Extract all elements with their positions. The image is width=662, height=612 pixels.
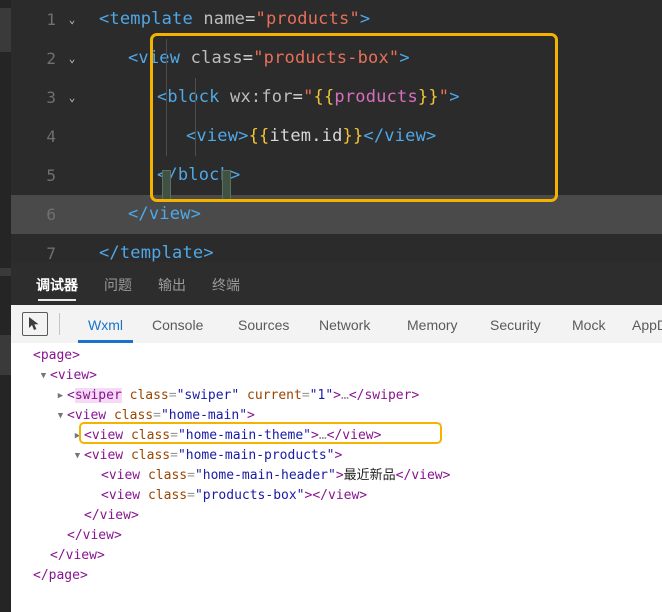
editor-line[interactable]: 2 ⌄ <view class="products-box"> (11, 39, 662, 78)
devtools-tab-network[interactable]: Network (319, 305, 370, 343)
dom-tree-row[interactable]: ▼ <view> (11, 366, 662, 386)
devtools-tab-security[interactable]: Security (490, 305, 541, 343)
editor-line-code: </template> (99, 243, 214, 262)
code-editor[interactable]: 1 ⌄ <template name="products"> 2 ⌄ <view clas… (11, 0, 662, 262)
triangle-collapsed-icon[interactable]: ▶ (72, 426, 83, 446)
dom-tree-row[interactable]: ▶ <view class="home-main-theme">…</view> (11, 426, 662, 446)
editor-line[interactable]: 7 </template> (11, 234, 662, 262)
dom-node-text: <page> (33, 348, 80, 363)
dom-node-text: <view class="home-main-products"> (84, 448, 343, 463)
activity-bar-segment-1 (0, 8, 11, 52)
panel-tab-0[interactable]: 调试器 (36, 262, 78, 305)
devtools-tab-sources[interactable]: Sources (238, 305, 289, 343)
dom-node-text: <swiper class="swiper" current="1">…</sw… (67, 388, 420, 403)
wechat-devtools-window: 1 ⌄ <template name="products"> 2 ⌄ <view clas… (0, 0, 662, 612)
line-number: 1 (46, 10, 56, 29)
chevron-down-icon[interactable]: ⌄ (65, 39, 79, 78)
dom-tree-row[interactable]: ▼ <view class="home-main-products"> (11, 446, 662, 466)
dom-tree-row[interactable]: <view class="products-box"></view> (11, 486, 662, 506)
dom-node-text: </view> (84, 508, 139, 523)
line-number: 5 (46, 166, 56, 185)
dom-node-text: </page> (33, 568, 88, 583)
devtools-tab-mock[interactable]: Mock (572, 305, 605, 343)
dom-node-text: </view> (67, 528, 122, 543)
dom-node-text: </view> (50, 548, 105, 563)
chevron-down-icon[interactable]: ⌄ (65, 0, 79, 39)
triangle-expanded-icon[interactable]: ▼ (72, 446, 83, 466)
triangle-collapsed-icon[interactable]: ▶ (55, 386, 66, 406)
line-number: 6 (46, 205, 56, 224)
activity-bar[interactable] (0, 0, 11, 612)
devtools-tab-bar[interactable]: Wxml Console Sources Network Memory Security M… (11, 305, 662, 344)
dom-node-text: <view class="products-box"></view> (101, 488, 368, 503)
dom-node-text: <view class="home-main-header">最近新品</vie… (101, 468, 451, 483)
editor-line[interactable]: 6 </view> (11, 195, 662, 234)
editor-line-code: <template name="products"> (99, 9, 371, 29)
devtools-tab-appd[interactable]: AppD (632, 305, 662, 343)
activity-bar-segment-2 (0, 268, 11, 276)
line-number: 2 (46, 49, 56, 68)
panel-tab-2[interactable]: 输出 (158, 262, 186, 305)
devtools-tab-memory[interactable]: Memory (407, 305, 458, 343)
triangle-expanded-icon[interactable]: ▼ (38, 366, 49, 386)
panel-tab-1[interactable]: 问题 (104, 262, 132, 305)
dom-tree-row[interactable]: </view> (11, 526, 662, 546)
editor-line[interactable]: 5 </block> (11, 156, 662, 195)
editor-line-code: </view> (128, 204, 202, 224)
dom-node-text: <view class="home-main"> (67, 408, 255, 423)
wxml-dom-tree[interactable]: <page> ▼ <view> ▶ <swiper class="swiper" cur… (11, 343, 662, 612)
editor-line[interactable]: 1 ⌄ <template name="products"> (11, 0, 662, 39)
selection-marker-end (222, 170, 231, 200)
dom-tree-row[interactable]: ▼ <view class="home-main"> (11, 406, 662, 426)
dom-node-text: <view class="home-main-theme">…</view> (84, 428, 382, 443)
cursor-select-icon[interactable] (22, 312, 48, 336)
devtools-tab-wxml[interactable]: Wxml (78, 305, 133, 343)
indent-guide (195, 78, 196, 156)
activity-bar-segment-3 (0, 335, 11, 375)
dom-tree-row[interactable]: <view class="home-main-header">最近新品</vie… (11, 466, 662, 486)
panel-tab-3[interactable]: 终端 (212, 262, 240, 305)
line-number: 4 (46, 127, 56, 146)
dom-tree-row[interactable]: ▶ <swiper class="swiper" current="1">…</s… (11, 386, 662, 406)
selection-marker-start (162, 170, 171, 200)
editor-line-code: <block wx:for="{{products}}"> (157, 87, 460, 107)
dom-tree-row[interactable]: <page> (11, 346, 662, 366)
indent-guide (166, 39, 167, 156)
editor-line-code: <view>{{item.id}}</view> (186, 126, 437, 146)
toolbar-divider (59, 313, 60, 335)
devtools-tab-console[interactable]: Console (152, 305, 203, 343)
editor-line-code: <view class="products-box"> (128, 48, 410, 68)
dom-tree-row[interactable]: </view> (11, 506, 662, 526)
dom-node-text: <view> (50, 368, 97, 383)
dom-tree-row[interactable]: </page> (11, 566, 662, 586)
editor-line[interactable]: 4 <view>{{item.id}}</view> (11, 117, 662, 156)
line-number: 3 (46, 88, 56, 107)
editor-line[interactable]: 3 ⌄ <block wx:for="{{products}}"> (11, 78, 662, 117)
dom-tree-row[interactable]: </view> (11, 546, 662, 566)
line-number: 7 (46, 244, 56, 262)
chevron-down-icon[interactable]: ⌄ (65, 78, 79, 117)
panel-tab-bar[interactable]: 调试器 问题 输出 终端 (11, 262, 662, 305)
triangle-expanded-icon[interactable]: ▼ (55, 406, 66, 426)
devtools-panel: 调试器 问题 输出 终端 Wxml Console Sources Network Memor… (11, 262, 662, 612)
